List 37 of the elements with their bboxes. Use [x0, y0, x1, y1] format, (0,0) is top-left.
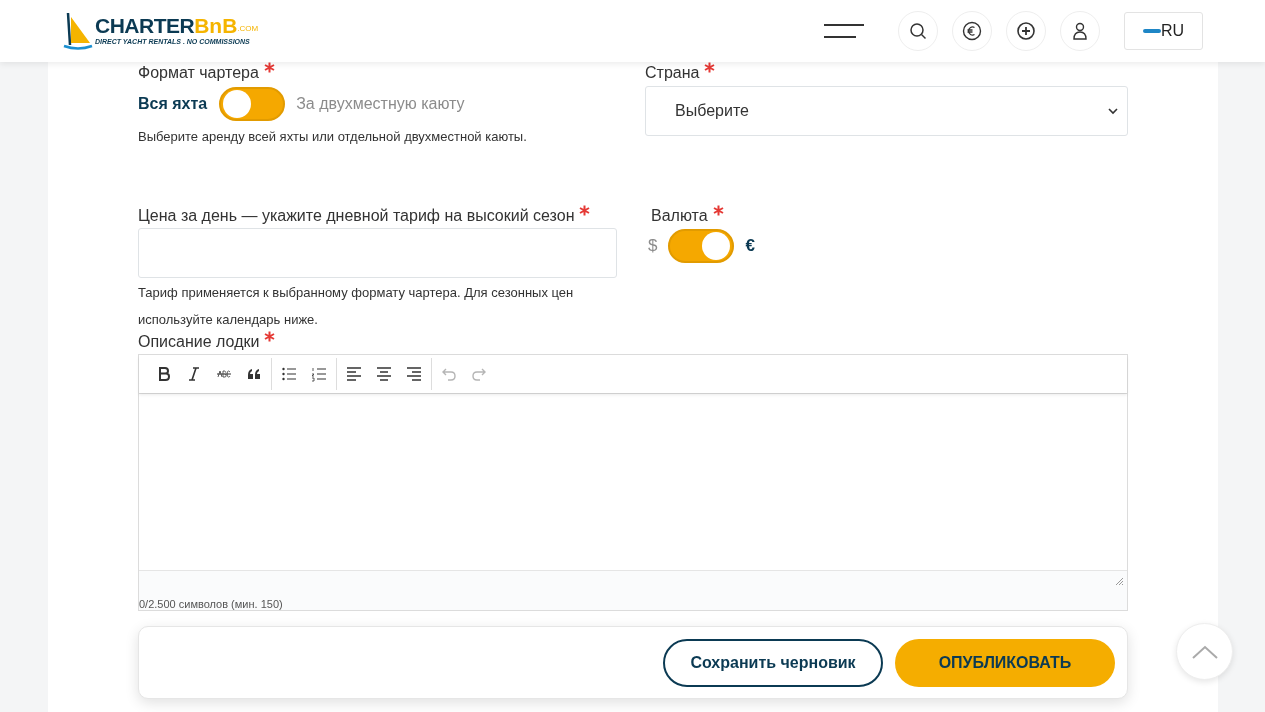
field-label: Формат чартера: [138, 64, 259, 82]
bullet-list-icon[interactable]: [281, 365, 297, 382]
character-counter: 0/2.500 символов (мин. 150): [139, 596, 283, 612]
publish-button[interactable]: ОПУБЛИКОВАТЬ: [895, 638, 1115, 687]
logo-accent: BnB: [194, 14, 238, 36]
search-icon: [909, 22, 927, 40]
chevron-up-icon: [1191, 644, 1218, 659]
euro-icon: [962, 21, 982, 41]
plus-circle-icon: [1016, 21, 1036, 41]
align-right-icon[interactable]: [406, 365, 422, 382]
price-input[interactable]: [138, 227, 617, 278]
align-center-icon[interactable]: [376, 365, 392, 382]
logo-suffix: .COM: [237, 24, 259, 33]
toggle-option[interactable]: €: [745, 232, 755, 259]
menu-icon[interactable]: [823, 23, 865, 39]
bold-icon[interactable]: [156, 365, 172, 382]
numbered-list-icon[interactable]: [311, 365, 327, 382]
save-draft-button[interactable]: Сохранить черновик: [663, 638, 883, 687]
field-label: Цена за день — укажите дневной тариф на высокий сезон: [138, 206, 575, 225]
user-icon: [1071, 21, 1089, 41]
toggle-option[interactable]: Вся яхта: [138, 92, 208, 116]
help-text: Выберите аренду всей яхты или отдельной двухместной каюты.: [138, 128, 528, 146]
field-label: Страна: [645, 64, 700, 82]
field-label: Описание лодки: [138, 332, 260, 351]
align-left-icon[interactable]: [346, 365, 362, 382]
resize-grip-icon[interactable]: [1115, 576, 1124, 586]
country-select[interactable]: Выберите: [645, 86, 1128, 136]
toggle-switch[interactable]: [219, 87, 286, 121]
language-button[interactable]: RU: [1124, 12, 1203, 50]
help-text: Тариф применяется к выбранному формату чартера. Для сезонных цен используйте календарь ниже.: [138, 283, 575, 329]
chevron-down-icon: [1108, 107, 1118, 115]
field-label: Валюта: [651, 206, 708, 225]
toggle-switch[interactable]: [668, 228, 735, 263]
logo-text: CHARTER: [95, 14, 195, 36]
flag-icon: [1142, 29, 1161, 33]
italic-icon[interactable]: [186, 365, 202, 382]
sailboat-icon: [62, 11, 94, 51]
